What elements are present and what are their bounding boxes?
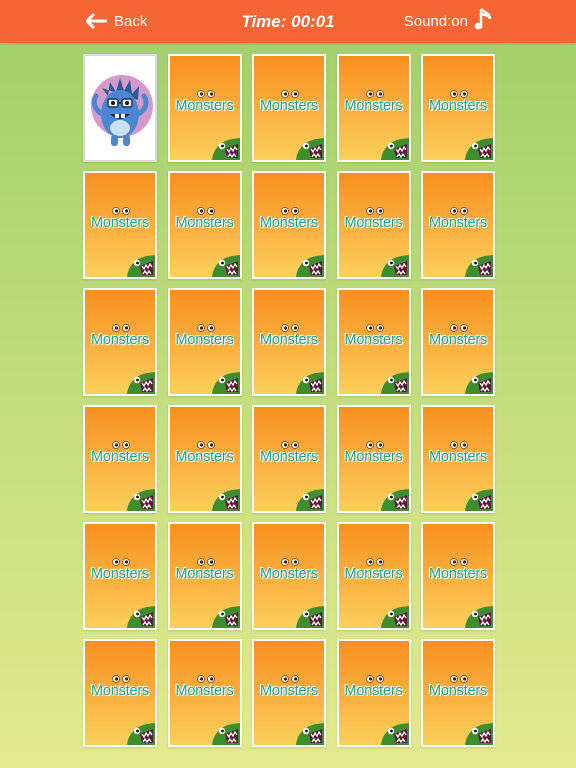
memory-card[interactable]: Monsters: [336, 288, 411, 396]
memory-card[interactable]: Monsters: [167, 522, 242, 630]
card-back-label: Monsters: [259, 215, 319, 231]
card-back-label: Monsters: [259, 449, 319, 465]
memory-card[interactable]: Monsters: [421, 171, 495, 279]
card-grid: Monsters Monsters Monsters Monsters Monsters…: [83, 54, 495, 747]
memory-card[interactable]: Monsters: [252, 54, 326, 162]
card-back-label: Monsters: [344, 566, 403, 582]
card-back-label: Monsters: [428, 683, 488, 699]
card-back-label: Monsters: [259, 683, 319, 699]
card-back-label: Monsters: [344, 449, 403, 465]
card-back-label: Monsters: [428, 98, 488, 114]
card-back-label: Monsters: [344, 98, 403, 114]
card-back-label: Monsters: [90, 683, 150, 699]
sound-toggle-button[interactable]: Sound:on: [404, 8, 494, 34]
memory-card[interactable]: Monsters: [336, 171, 411, 279]
memory-card[interactable]: Monsters: [252, 171, 326, 279]
memory-card[interactable]: Monsters: [83, 405, 157, 513]
card-back-label: Monsters: [90, 449, 150, 465]
card-back-label: Monsters: [428, 449, 488, 465]
memory-card[interactable]: Monsters: [167, 405, 242, 513]
memory-card[interactable]: Monsters: [421, 54, 495, 162]
memory-card[interactable]: Monsters: [83, 639, 157, 747]
memory-card[interactable]: Monsters: [83, 171, 157, 279]
memory-card[interactable]: Monsters: [167, 171, 242, 279]
card-back-label: Monsters: [428, 332, 488, 348]
sound-label: Sound:on: [403, 12, 468, 30]
card-back-label: Monsters: [175, 332, 234, 348]
memory-card[interactable]: Monsters: [83, 522, 157, 630]
card-back-label: Monsters: [259, 98, 319, 114]
card-back-label: Monsters: [175, 215, 234, 231]
memory-card[interactable]: Monsters: [421, 639, 495, 747]
card-back-label: Monsters: [259, 332, 319, 348]
card-back-label: Monsters: [344, 683, 403, 699]
card-back-label: Monsters: [90, 332, 150, 348]
memory-card[interactable]: Monsters: [252, 288, 326, 396]
memory-card[interactable]: Monsters: [421, 522, 495, 630]
memory-card[interactable]: Monsters: [336, 405, 411, 513]
memory-card[interactable]: Monsters: [83, 288, 157, 396]
memory-card[interactable]: Monsters: [252, 522, 326, 630]
card-back-label: Monsters: [90, 215, 150, 231]
card-back-label: Monsters: [344, 332, 403, 348]
card-back-label: Monsters: [428, 566, 488, 582]
memory-card[interactable]: Monsters: [421, 288, 495, 396]
memory-card-revealed[interactable]: [83, 54, 157, 162]
card-back-label: Monsters: [175, 683, 234, 699]
memory-card[interactable]: Monsters: [336, 522, 411, 630]
music-note-icon: [474, 6, 494, 36]
card-back-label: Monsters: [175, 98, 234, 114]
memory-card[interactable]: Monsters: [421, 405, 495, 513]
card-back-label: Monsters: [428, 215, 488, 231]
memory-card[interactable]: Monsters: [167, 639, 242, 747]
card-back-label: Monsters: [90, 566, 150, 582]
memory-card[interactable]: Monsters: [252, 639, 326, 747]
memory-card[interactable]: Monsters: [336, 54, 411, 162]
top-bar: Back Time: 00:01 Sound:on: [0, 0, 576, 43]
card-back-label: Monsters: [259, 566, 319, 582]
card-back-label: Monsters: [175, 566, 234, 582]
card-back-label: Monsters: [344, 215, 403, 231]
memory-card[interactable]: Monsters: [167, 288, 242, 396]
memory-card[interactable]: Monsters: [336, 639, 411, 747]
memory-card[interactable]: Monsters: [252, 405, 326, 513]
card-back-label: Monsters: [175, 449, 234, 465]
memory-card[interactable]: Monsters: [167, 54, 242, 162]
